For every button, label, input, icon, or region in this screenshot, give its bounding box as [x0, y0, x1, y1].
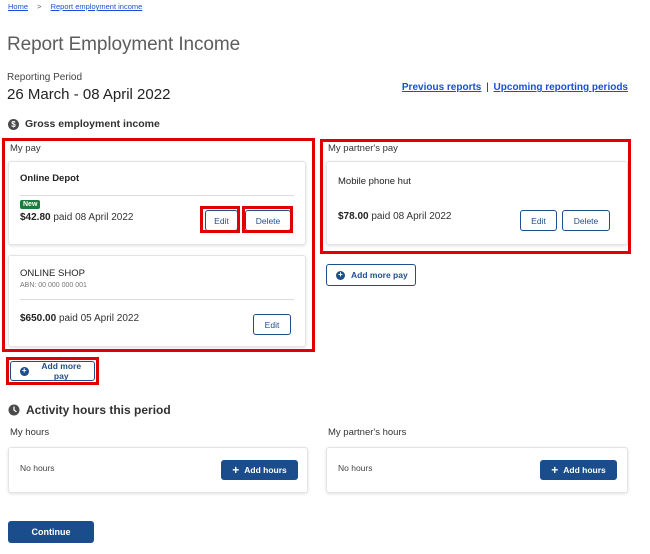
partner-hours-label: My partner's hours: [328, 427, 407, 438]
breadcrumb: Home > Report employment income: [8, 2, 142, 11]
paid-text: paid: [53, 212, 73, 223]
plus-icon: +: [551, 463, 559, 477]
add-hours-button[interactable]: + Add hours: [221, 460, 298, 480]
delete-pay-button[interactable]: Delete: [245, 210, 291, 231]
paid-date: 05 April 2022: [80, 313, 140, 324]
no-hours-text: No hours: [20, 463, 55, 473]
add-more-pay-button[interactable]: + Add more pay: [10, 361, 95, 381]
employer-card-online-depot: Online Depot New $42.80 paid 08 April 20…: [8, 161, 306, 245]
continue-button[interactable]: Continue: [8, 521, 94, 543]
new-badge: New: [20, 200, 41, 209]
reporting-period-value: 26 March - 08 April 2022: [7, 86, 171, 103]
reporting-period-label: Reporting Period: [7, 72, 83, 83]
pay-amount-line: $42.80 paid 08 April 2022: [20, 212, 133, 223]
edit-pay-button[interactable]: Edit: [205, 210, 238, 231]
employer-card-online-shop: ONLINE SHOP ABN: 00 000 000 001 $650.00 …: [8, 255, 306, 347]
card-divider: [20, 195, 294, 196]
employer-name: ONLINE SHOP: [20, 268, 85, 279]
add-hours-label: Add hours: [244, 465, 287, 475]
paid-date: 08 April 2022: [75, 212, 134, 223]
activity-heading: Activity hours this period: [8, 403, 171, 417]
add-hours-label: Add hours: [563, 465, 606, 475]
paid-date: 08 April 2022: [393, 211, 452, 222]
employer-name: Online Depot: [20, 173, 80, 184]
pay-amount: $42.80: [20, 212, 51, 223]
partner-add-hours-button[interactable]: + Add hours: [540, 460, 617, 480]
partner-add-more-pay-button[interactable]: + Add more pay: [326, 264, 416, 286]
breadcrumb-home-link[interactable]: Home: [8, 2, 28, 11]
my-pay-label: My pay: [10, 143, 41, 154]
add-more-pay-label: Add more pay: [351, 270, 408, 280]
clock-icon: [8, 404, 20, 416]
delete-pay-button[interactable]: Delete: [562, 210, 610, 231]
employer-card-mobile-phone-hut: Mobile phone hut $78.00 paid 08 April 20…: [326, 161, 628, 245]
no-hours-text: No hours: [338, 463, 373, 473]
previous-reports-link[interactable]: Previous reports: [402, 82, 481, 93]
link-divider: |: [486, 82, 489, 93]
plus-circle-icon: +: [336, 270, 345, 280]
gross-income-heading: $ Gross employment income: [8, 118, 160, 130]
report-links: Previous reports | Upcoming reporting pe…: [402, 82, 628, 93]
edit-pay-button[interactable]: Edit: [253, 314, 291, 335]
breadcrumb-separator: >: [37, 2, 42, 11]
paid-text: paid: [58, 313, 78, 324]
my-hours-card: No hours + Add hours: [8, 447, 308, 493]
activity-heading-text: Activity hours this period: [26, 403, 171, 417]
pay-amount: $650.00: [20, 313, 57, 324]
partner-pay-label: My partner's pay: [328, 143, 398, 154]
edit-pay-button[interactable]: Edit: [520, 210, 557, 231]
upcoming-periods-link[interactable]: Upcoming reporting periods: [494, 82, 628, 93]
pay-amount: $78.00: [338, 211, 369, 222]
breadcrumb-current-link[interactable]: Report employment income: [51, 2, 143, 11]
page-title: Report Employment Income: [7, 34, 241, 55]
card-divider: [20, 299, 294, 300]
pay-amount-line: $650.00 paid 05 April 2022: [20, 313, 139, 324]
gross-income-heading-text: Gross employment income: [25, 118, 160, 130]
pay-amount-line: $78.00 paid 08 April 2022: [338, 211, 451, 222]
partner-hours-card: No hours + Add hours: [326, 447, 628, 493]
employer-abn: ABN: 00 000 000 001: [20, 282, 87, 289]
paid-text: paid: [371, 211, 391, 222]
employer-name: Mobile phone hut: [338, 176, 411, 187]
plus-icon: +: [232, 463, 240, 477]
my-hours-label: My hours: [10, 427, 50, 438]
add-more-pay-label: Add more pay: [41, 361, 82, 381]
dollar-icon: $: [8, 118, 19, 130]
plus-circle-icon: +: [20, 366, 29, 376]
